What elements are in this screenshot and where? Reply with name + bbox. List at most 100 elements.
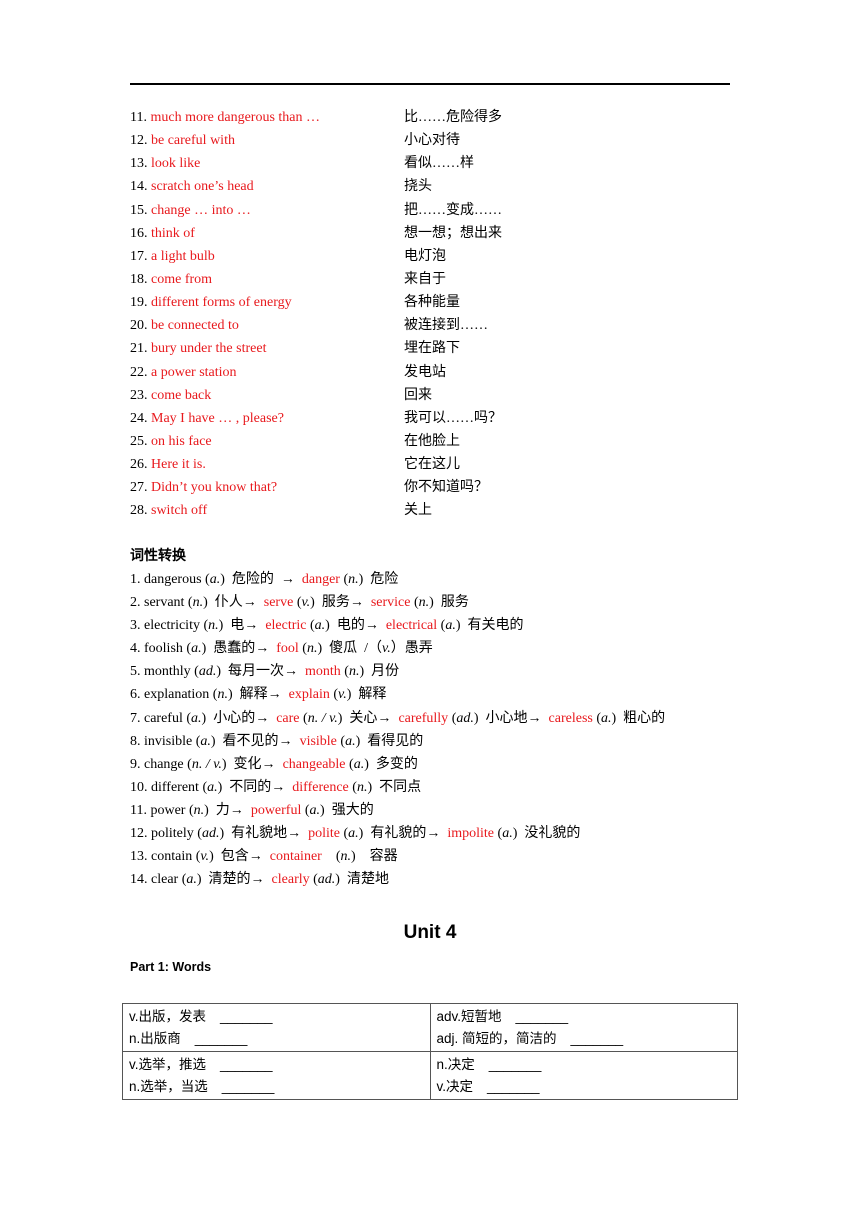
derived-word: powerful <box>250 802 302 818</box>
part-of-speech: n. <box>217 687 228 703</box>
derived-word: careless <box>548 710 593 726</box>
unit-title: Unit 4 <box>403 922 457 943</box>
part-of-speech: n. <box>192 595 204 611</box>
phrase-english: much more dangerous than … <box>150 110 320 125</box>
derived-word: electrical <box>385 618 438 634</box>
conversion-item: 12. politely (ad.) 有礼貌地→ polite (a.) 有礼貌… <box>130 822 750 845</box>
phrase-item: 28. switch off 关上 <box>130 499 730 522</box>
conversion-text: ( <box>340 664 349 680</box>
conversion-text: ) 力→ <box>204 802 251 818</box>
part-of-speech: ad. <box>201 826 220 842</box>
phrase-item: 17. a light bulb 电灯泡 <box>130 245 730 268</box>
part-of-speech: a. <box>353 756 365 772</box>
part-of-speech: n. <box>356 779 368 795</box>
phrase-chinese: 挠头 <box>404 179 432 195</box>
part-of-speech: n. <box>306 641 318 657</box>
phrase-english: Didn’t you know that? <box>151 480 278 496</box>
part-of-speech: a. <box>209 572 221 587</box>
word-prompt: n.决定 _______ <box>437 1054 732 1076</box>
phrase-chinese: 我可以……吗？ <box>404 410 502 426</box>
conversion-text: ) 电的→ <box>325 618 386 634</box>
word-definition: v.选举，推选 <box>129 1057 206 1072</box>
conversion-text: ( <box>299 710 308 726</box>
phrase-english: come from <box>151 271 213 287</box>
word-definition: adj. 简短的，简洁的 <box>436 1031 557 1046</box>
conversion-text: ( <box>410 595 419 611</box>
conversion-text: ) 危险 <box>358 572 399 587</box>
answer-blank[interactable]: _______ <box>220 1006 273 1028</box>
phrase-item: 21. bury under the street 埋在路下 <box>130 337 730 360</box>
conversion-item: 6. explanation (n.) 解释→ explain (v.) 解释 <box>130 683 750 706</box>
phrase-english: bury under the street <box>151 341 267 357</box>
phrase-number: 16. <box>130 225 148 241</box>
part-of-speech: a. <box>186 872 197 888</box>
phrase-number: 12. <box>130 133 148 149</box>
phrase-item: 12. be careful with 小心对待 <box>130 129 730 152</box>
answer-blank[interactable]: _______ <box>195 1028 248 1050</box>
words-table-row: v.选举，推选 _______ n.选举，当选 _______ n.决定 _______ v… <box>122 1051 738 1100</box>
conversion-item: 10. different (a.) 不同的→ difference (n.) … <box>130 776 750 799</box>
phrase-english: different forms of energy <box>151 295 292 311</box>
answer-blank[interactable]: _______ <box>489 1054 542 1076</box>
phrase-number: 26. <box>130 457 148 473</box>
word-prompt: n.选举，当选 _______ <box>129 1076 424 1098</box>
conversion-text: ) 变化→ <box>221 756 283 772</box>
phrase-chinese: 比……危险得多 <box>404 110 502 125</box>
conversion-text: ( <box>339 572 349 587</box>
part-of-speech: n. <box>348 572 359 587</box>
phrase-number: 27. <box>130 480 148 496</box>
derived-word: fool <box>276 641 299 657</box>
conversion-text: ) 每月一次→ <box>216 664 306 680</box>
word-prompt: v.出版，发表 _______ <box>129 1006 424 1028</box>
part-of-speech: a. <box>345 733 356 749</box>
phrase-number: 15. <box>130 202 148 218</box>
word-definition: n.决定 <box>436 1057 475 1072</box>
word-prompt: adv.短暂地 _______ <box>437 1006 732 1028</box>
words-table-cell: n.决定 _______ v.决定 _______ <box>429 1051 738 1100</box>
phrase-english: think of <box>151 225 195 241</box>
answer-blank[interactable]: _______ <box>220 1054 273 1076</box>
word-definition: v.决定 <box>436 1079 474 1094</box>
conversion-text: ) 傻瓜 /（ <box>317 641 383 657</box>
conversion-item: 7. careful (a.) 小心的→ care (n. / v.) 关心→ … <box>130 707 750 730</box>
conversion-item: 4. foolish (a.) 愚蠢的→ fool (n.) 傻瓜 /（v.）愚… <box>130 637 750 660</box>
conversion-text: ) 解释→ <box>227 687 289 703</box>
derived-word: clearly <box>271 872 310 888</box>
phrase-number: 11. <box>130 110 147 125</box>
conversion-text: ( <box>309 872 318 888</box>
part-of-speech: v. <box>338 687 347 703</box>
conversion-text: 7. careful ( <box>130 710 192 726</box>
part-of-speech: n. <box>193 802 205 818</box>
conversion-text: ) 看得见的 <box>355 733 424 749</box>
phrase-item: 26. Here it is. 它在这儿 <box>130 453 730 476</box>
conversion-text: ) 电→ <box>218 618 266 634</box>
conversion-text: ( <box>345 756 354 772</box>
answer-blank[interactable]: _______ <box>516 1006 569 1028</box>
answer-blank[interactable]: _______ <box>222 1076 275 1098</box>
derived-word: service <box>370 595 411 611</box>
part-of-speech: ad. <box>456 710 474 726</box>
answer-blank[interactable]: _______ <box>487 1076 540 1098</box>
conversion-text: ) 多变的 <box>364 756 418 772</box>
phrase-number: 19. <box>130 295 148 311</box>
phrase-number: 13. <box>130 156 148 172</box>
phrase-number: 14. <box>130 179 148 195</box>
phrase-chinese: 看似……样 <box>404 156 474 172</box>
part-of-speech: v. <box>382 641 391 657</box>
part-of-speech: n. <box>418 595 430 611</box>
conversion-text: ) 有礼貌的→ <box>358 826 448 842</box>
answer-blank[interactable]: _______ <box>571 1028 624 1050</box>
words-table-row: v.出版，发表 _______ n.出版商 _______ adv.短暂地 _______… <box>122 1003 738 1052</box>
phrase-item: 19. different forms of energy 各种能量 <box>130 291 730 314</box>
conversion-text: ) 容器 <box>351 849 398 865</box>
part-title: Part 1: Words <box>130 960 212 974</box>
conversion-text: ) 关心→ <box>337 710 399 726</box>
part-of-speech: a. <box>309 802 321 818</box>
conversion-text: 1. dangerous ( <box>130 572 210 587</box>
phrase-item: 14. scratch one’s head 挠头 <box>130 175 730 198</box>
derived-word: container <box>269 849 322 865</box>
conversion-item: 1. dangerous (a.) 危险的 → danger (n.) 危险 <box>130 568 750 591</box>
conversion-list: 1. dangerous (a.) 危险的 → danger (n.) 危险 2.… <box>130 568 750 891</box>
phrase-english: scratch one’s head <box>151 179 254 195</box>
conversion-text: ( <box>301 802 310 818</box>
